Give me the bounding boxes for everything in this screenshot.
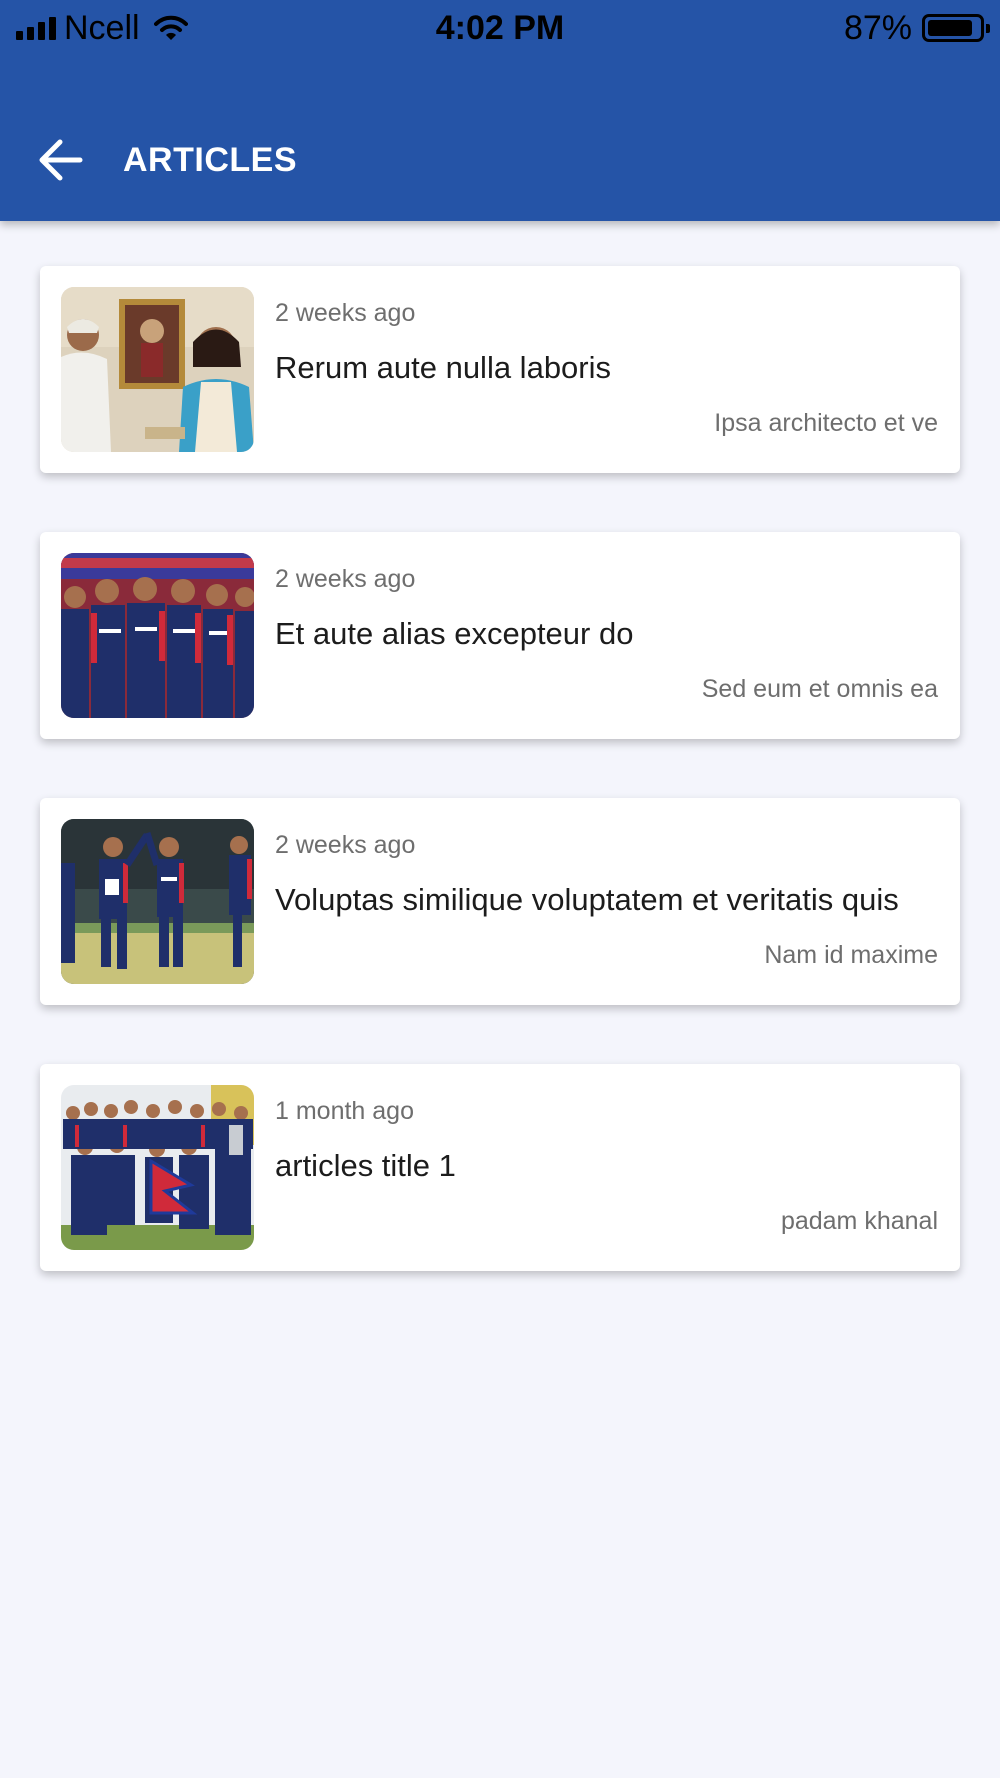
article-photo-meeting — [61, 287, 254, 452]
article-author: Ipsa architecto et ve — [714, 409, 938, 437]
arrow-left-icon — [39, 139, 83, 181]
battery-percent: 87% — [843, 8, 912, 47]
article-time: 2 weeks ago — [275, 831, 416, 859]
article-title: articles title 1 — [275, 1148, 456, 1183]
article-photo-team-group — [61, 1085, 254, 1250]
article-title: Rerum aute nulla laboris — [275, 350, 612, 385]
status-bar: Ncell 4:02 PM 87% — [0, 0, 1000, 56]
app-header: Ncell 4:02 PM 87% ARTICLES — [0, 0, 1000, 221]
article-author: Sed eum et omnis ea — [701, 675, 938, 703]
page-title: ARTICLES — [123, 141, 297, 179]
article-thumbnail — [61, 819, 254, 984]
battery-level — [928, 20, 972, 36]
article-thumbnail — [61, 287, 254, 452]
battery-icon — [922, 14, 990, 42]
article-card[interactable]: 1 month ago articles title 1 padam khana… — [40, 1064, 960, 1271]
battery-nub — [986, 24, 990, 33]
article-time: 2 weeks ago — [275, 565, 416, 593]
article-thumbnail — [61, 553, 254, 718]
articles-list: 2 weeks ago Rerum aute nulla laboris Ips… — [40, 266, 960, 1330]
article-photo-team-lineup — [61, 553, 254, 718]
article-thumbnail — [61, 1085, 254, 1250]
article-time: 2 weeks ago — [275, 299, 416, 327]
article-author: padam khanal — [780, 1207, 938, 1235]
article-photo-cricket-celebration — [61, 819, 254, 984]
article-time: 1 month ago — [275, 1097, 414, 1125]
article-card[interactable]: 2 weeks ago Rerum aute nulla laboris Ips… — [40, 266, 960, 473]
back-button[interactable] — [36, 136, 88, 184]
article-title: Et aute alias excepteur do — [275, 616, 634, 651]
toolbar: ARTICLES — [0, 120, 1000, 200]
status-bar-right: 87% — [843, 8, 990, 48]
article-card[interactable]: 2 weeks ago Voluptas similique voluptate… — [40, 798, 960, 1005]
article-card[interactable]: 2 weeks ago Et aute alias excepteur do S… — [40, 532, 960, 739]
article-author: Nam id maxime — [764, 941, 938, 969]
article-title: Voluptas similique voluptatem et veritat… — [275, 882, 899, 917]
